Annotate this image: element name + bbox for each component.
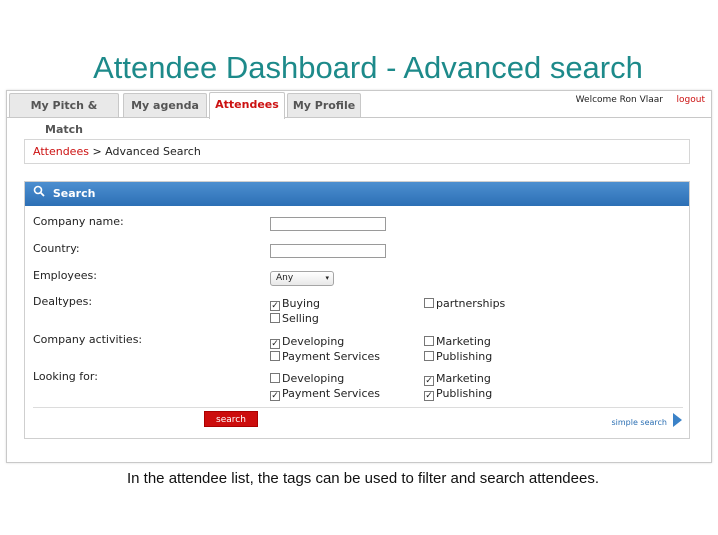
checkbox-label: partnerships [436,297,506,310]
checkbox-label: Payment Services [282,350,381,363]
checkbox-checked-icon: ✓ [270,301,280,311]
company-activities-label: Company activities: [33,333,143,346]
dealtypes-label: Dealtypes: [33,295,93,308]
logout-link[interactable]: logout [677,95,705,105]
country-label: Country: [33,242,80,255]
simple-search-link[interactable]: simple search [611,418,667,427]
slide-caption: In the attendee list, the tags can be us… [127,470,599,487]
arrow-right-icon[interactable] [673,413,682,427]
checkbox-unchecked-icon [270,351,280,361]
checkbox-unchecked-icon [424,298,434,308]
checkbox-label: Marketing [436,372,491,385]
search-button[interactable]: search [204,411,258,427]
checkbox-checked-icon: ✓ [270,391,280,401]
search-panel-title: Search [52,187,96,200]
activity-publishing-checkbox[interactable]: Publishing [424,350,492,363]
looking-developing-checkbox[interactable]: Developing [270,372,344,385]
checkbox-checked-icon: ✓ [424,391,434,401]
employees-selected-value: Any [276,273,294,283]
activity-payment-services-checkbox[interactable]: Payment Services [270,350,380,363]
company-name-label: Company name: [33,215,124,228]
checkbox-label: Developing [282,372,345,385]
company-name-input[interactable] [270,217,386,231]
checkbox-label: Payment Services [282,387,381,400]
dashboard-window: My Pitch & Match My agenda Attendees My … [6,90,712,463]
checkbox-label: Developing [282,335,345,348]
checkbox-unchecked-icon [424,351,434,361]
looking-publishing-checkbox[interactable]: ✓ Publishing [424,387,492,401]
looking-for-label: Looking for: [33,370,98,383]
dealtype-buying-checkbox[interactable]: ✓ Buying [270,297,320,311]
checkbox-checked-icon: ✓ [270,339,280,349]
select-arrows-icon: ▾ [325,274,329,282]
looking-marketing-checkbox[interactable]: ✓ Marketing [424,372,491,386]
employees-label: Employees: [33,269,97,282]
slide-title: Attendee Dashboard - Advanced search [93,50,643,85]
country-input[interactable] [270,244,386,258]
search-icon [33,182,45,206]
looking-payment-services-checkbox[interactable]: ✓ Payment Services [270,387,380,401]
dealtype-selling-checkbox[interactable]: Selling [270,312,319,325]
checkbox-label: Publishing [436,350,493,363]
form-divider [33,407,683,408]
dealtype-partnerships-checkbox[interactable]: partnerships [424,297,505,310]
tab-my-pitch-match[interactable]: My Pitch & Match [9,93,119,136]
search-panel-header: Search [25,182,689,206]
breadcrumb-attendees-link[interactable]: Attendees [33,145,89,158]
checkbox-label: Marketing [436,335,491,348]
checkbox-unchecked-icon [270,373,280,383]
tab-my-agenda[interactable]: My agenda [123,93,207,117]
checkbox-label: Publishing [436,387,493,400]
activity-developing-checkbox[interactable]: ✓ Developing [270,335,344,349]
checkbox-label: Selling [282,312,319,325]
breadcrumb-separator: > [92,145,102,158]
advanced-search-panel: Search Company name: Country: Employees:… [24,181,690,439]
checkbox-label: Buying [282,297,321,310]
activity-marketing-checkbox[interactable]: Marketing [424,335,491,348]
welcome-text: Welcome Ron Vlaar [575,95,663,105]
tab-underline [7,117,711,118]
checkbox-checked-icon: ✓ [424,376,434,386]
tab-my-profile[interactable]: My Profile [287,93,361,117]
employees-select[interactable]: Any ▾ [270,271,334,286]
breadcrumb: Attendees > Advanced Search [24,139,690,164]
tab-attendees[interactable]: Attendees [209,92,285,119]
checkbox-unchecked-icon [424,336,434,346]
tab-bar: My Pitch & Match My agenda Attendees My … [7,91,711,136]
checkbox-unchecked-icon [270,313,280,323]
breadcrumb-current: Advanced Search [105,145,201,158]
